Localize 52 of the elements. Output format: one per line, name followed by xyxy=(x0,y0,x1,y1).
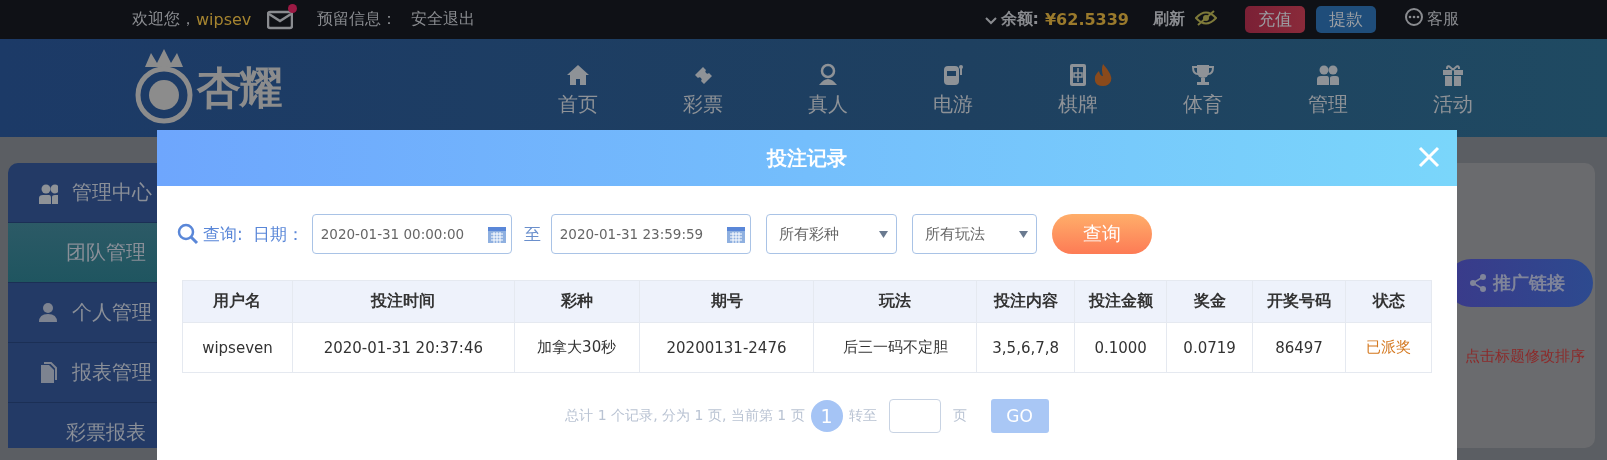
page-unit-label: 页 xyxy=(952,407,967,425)
nav-item[interactable]: 彩票 xyxy=(640,58,765,118)
nav-item[interactable]: 管理 xyxy=(1265,58,1390,118)
table-cell: 后三一码不定胆 xyxy=(813,322,977,373)
nav-item[interactable]: 首页 xyxy=(515,58,640,118)
date-label: 日期： xyxy=(252,222,304,246)
column-header: 开奖号码 xyxy=(1252,280,1346,323)
dropdown[interactable]: 所有玩法 xyxy=(911,214,1037,254)
balance-label: 余额: xyxy=(1000,9,1039,30)
welcome-text: 欢迎您， xyxy=(132,9,196,30)
status-cell: 已派奖 xyxy=(1345,322,1432,373)
search-button[interactable]: 查询 xyxy=(1051,214,1152,254)
withdraw-button[interactable]: 提款 xyxy=(1316,6,1376,33)
column-header: 期号 xyxy=(639,280,814,323)
dialog-title: 投注记录 xyxy=(767,144,847,172)
hint-text: 点击标题修改排序 xyxy=(1465,347,1585,366)
column-header: 玩法 xyxy=(813,280,977,323)
reserved-info-link[interactable]: 预留信息： xyxy=(317,9,398,30)
to-label: 至 xyxy=(523,222,541,246)
column-header: 彩种 xyxy=(514,280,640,323)
deposit-button[interactable]: 充值 xyxy=(1245,6,1305,33)
column-header: 状态 xyxy=(1345,280,1432,323)
nav-item[interactable]: 体育 xyxy=(1140,58,1265,118)
page-number[interactable]: 1 xyxy=(810,400,843,432)
table-cell: 86497 xyxy=(1252,322,1346,373)
nav-item[interactable]: 电游 xyxy=(890,58,1015,118)
date-field[interactable]: 2020-01-31 00:00:00 xyxy=(311,214,512,254)
table-cell: 2020-01-31 20:37:46 xyxy=(292,322,515,373)
date-field[interactable]: 2020-01-31 23:59:59 xyxy=(550,214,751,254)
dropdown[interactable]: 所有彩种 xyxy=(765,214,897,254)
table-cell: wipseven xyxy=(182,322,293,373)
pagination-summary: 总计 1 个记录, 分为 1 页, 当前第 1 页 xyxy=(565,407,805,425)
nav-item[interactable]: 棋牌 xyxy=(1015,58,1140,118)
refresh-link[interactable]: 刷新 xyxy=(1153,9,1185,30)
logo-text: 杏耀 xyxy=(197,60,281,115)
nav-item[interactable]: 真人 xyxy=(765,58,890,118)
column-header: 投注金额 xyxy=(1074,280,1167,323)
goto-label: 转至 xyxy=(848,407,877,425)
table-cell: 0.1000 xyxy=(1074,322,1167,373)
table-cell: 加拿大30秒 xyxy=(514,322,640,373)
table-cell: 20200131-2476 xyxy=(639,322,814,373)
username-link[interactable]: wipsev xyxy=(196,10,252,29)
nav-item[interactable]: 活动 xyxy=(1390,58,1515,118)
column-header: 投注时间 xyxy=(292,280,515,323)
table-cell: 3,5,6,7,8 xyxy=(976,322,1075,373)
support-link[interactable]: 客服 xyxy=(1427,9,1459,30)
table-cell: 0.0719 xyxy=(1166,322,1253,373)
column-header: 奖金 xyxy=(1166,280,1253,323)
column-header: 用户名 xyxy=(182,280,293,323)
logout-link[interactable]: 安全退出 xyxy=(411,9,476,30)
column-header: 投注内容 xyxy=(976,280,1075,323)
balance-amount: ¥62.5339 xyxy=(1045,10,1129,29)
